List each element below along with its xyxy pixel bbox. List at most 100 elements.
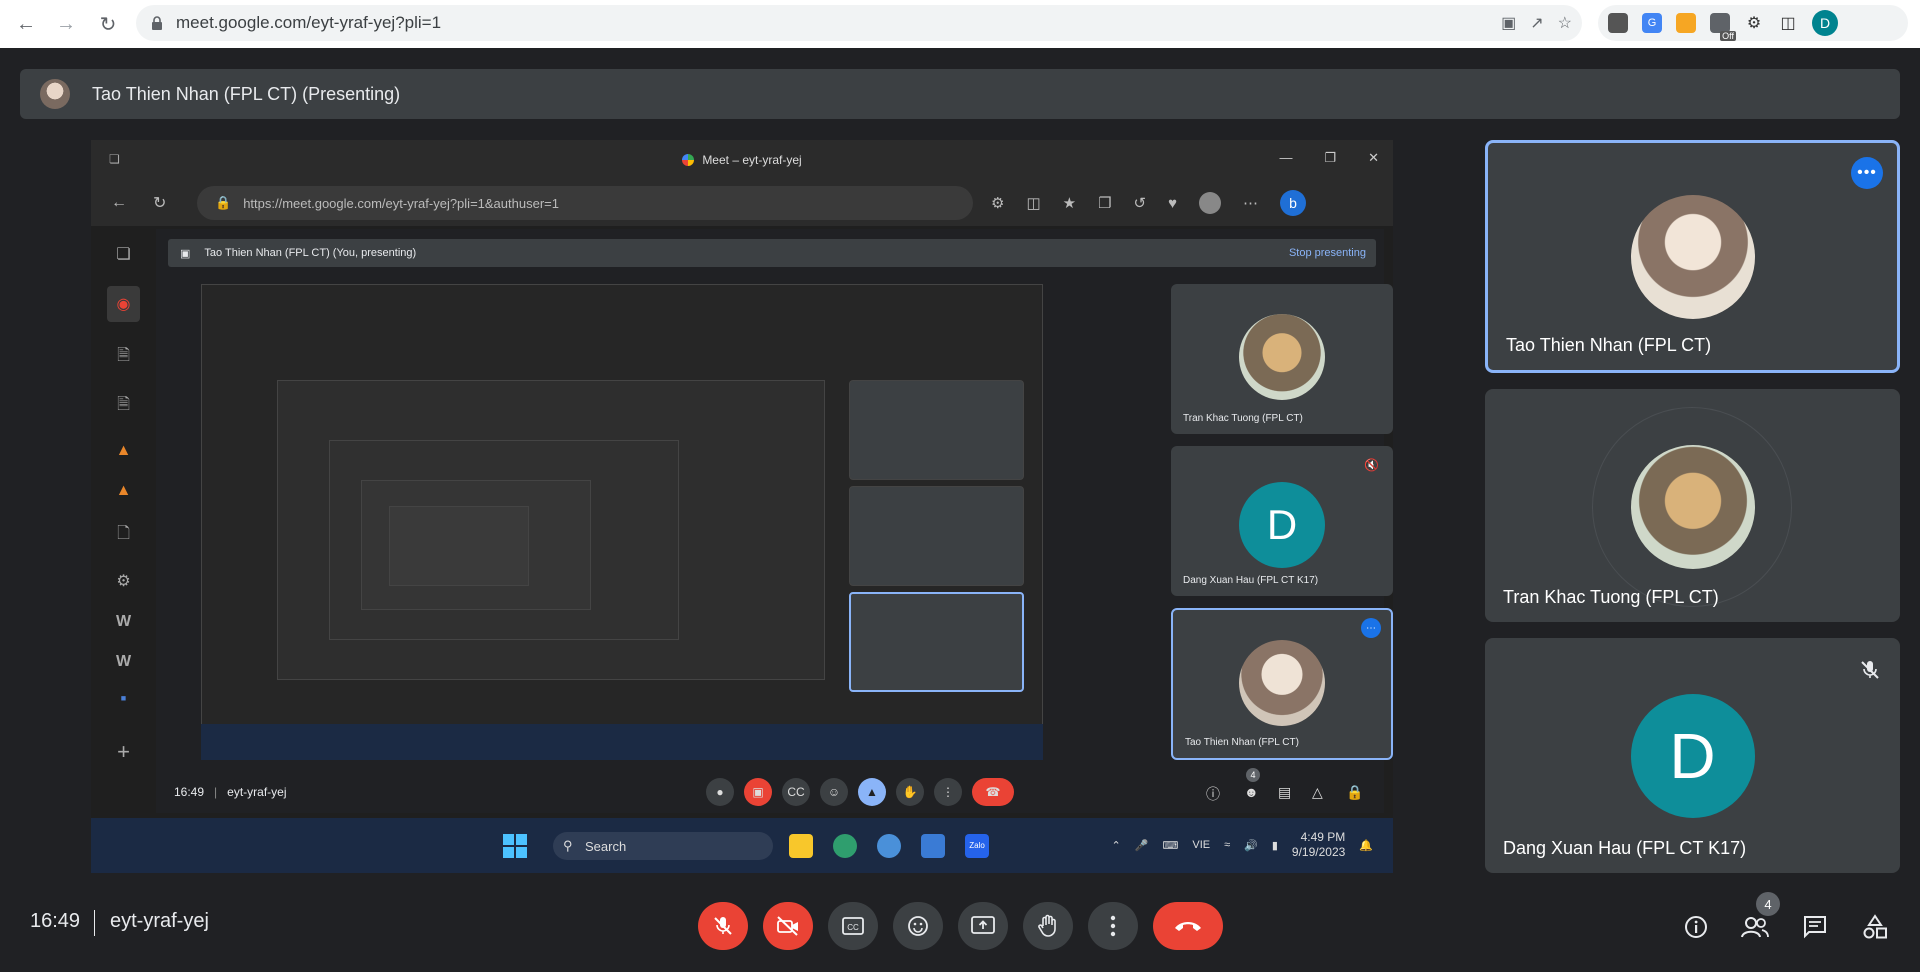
meeting-code: eyt-yraf-yej <box>110 910 209 932</box>
svg-text:CC: CC <box>847 923 859 932</box>
shared-presenting-text: Tao Thien Nhan (FPL CT) (You, presenting… <box>204 247 417 259</box>
shared-tile: Tran Khac Tuong (FPL CT) <box>1171 284 1393 434</box>
participant-tile[interactable]: D Dang Xuan Hau (FPL CT K17) <box>1485 638 1900 873</box>
forward-icon[interactable]: → <box>50 8 82 40</box>
edge-sidebar: ❏ ◉ 🗎 🗎 ▲ ▲ 🗋 ⚙ W W ■ + <box>91 226 156 816</box>
edge-icon <box>833 834 857 858</box>
present-icon <box>971 916 995 934</box>
notepad-icon <box>921 834 945 858</box>
lock-icon: 🔒 <box>1346 784 1364 800</box>
word-icon: W <box>115 613 132 630</box>
hangup-icon <box>1175 922 1201 931</box>
wifi-icon: ≈ <box>1224 839 1231 851</box>
meeting-details-button[interactable] <box>1681 912 1711 942</box>
document-icon: 🗎 <box>117 396 130 413</box>
record-icon: ◉ <box>106 286 141 322</box>
file-icon: 🗋 <box>117 525 130 542</box>
present-screen-button[interactable] <box>958 902 1008 950</box>
orange-extension-icon[interactable] <box>1676 13 1696 33</box>
participant-badge: 4 <box>1246 768 1260 782</box>
nested-tile <box>849 592 1024 692</box>
more-icon: ⋯ <box>1243 195 1259 212</box>
camera-icon[interactable]: ▣ <box>1501 13 1516 33</box>
settings-icon: ⚙ <box>116 573 131 590</box>
people-button[interactable] <box>1740 912 1770 942</box>
activities-button[interactable] <box>1860 912 1890 942</box>
more-options-button[interactable]: ••• <box>1851 157 1883 189</box>
nested-tile <box>849 380 1024 480</box>
clock-time: 4:49 PM <box>1300 830 1346 844</box>
lock-icon <box>152 16 162 30</box>
restore-icon: ❐ <box>1324 150 1337 165</box>
puzzle-icon: ⚙ <box>991 195 1005 212</box>
participant-photo <box>1630 445 1755 569</box>
phone-extension-icon[interactable] <box>1608 13 1628 33</box>
shared-tile: D 🔇 Dang Xuan Hau (FPL CT K17) <box>1171 446 1393 596</box>
nested-window-5 <box>389 506 529 586</box>
camera-toggle-button[interactable] <box>763 902 813 950</box>
notification-icon: 🔔 <box>1359 839 1373 852</box>
app-icon: ■ <box>120 693 127 703</box>
shared-tile: ⋯ Tao Thien Nhan (FPL CT) <box>1171 608 1393 760</box>
meet-logo-icon <box>682 154 695 166</box>
more-vert-icon <box>1110 915 1116 937</box>
add-icon: + <box>117 739 130 764</box>
share-icon[interactable]: ↗ <box>1530 13 1543 33</box>
ext-off-label: Off <box>1720 31 1736 41</box>
reload-icon[interactable]: ↻ <box>92 8 124 40</box>
shared-tile-name: Tao Thien Nhan (FPL CT) <box>1185 737 1299 748</box>
windows-taskbar: ⚲ Search Zalo ⌃ 🎤 ⌨ VIE ≈ 🔊 ▮ 4:49 PM 9/… <box>91 818 1393 873</box>
volume-icon: 🔊 <box>1244 839 1258 852</box>
app-icon: ▲ <box>115 482 132 499</box>
reactions-button[interactable] <box>893 902 943 950</box>
side-panel-icon[interactable]: ◫ <box>1778 13 1798 33</box>
shared-toolbar-icons: ⚙ ◫ ★ ❐ ↺ ♥ ⋯ b <box>991 186 1307 220</box>
leave-call-button[interactable] <box>1153 902 1223 950</box>
captions-icon: CC <box>842 917 864 935</box>
file-explorer-icon <box>789 834 813 858</box>
captions-icon: CC <box>782 778 810 806</box>
raise-hand-button[interactable] <box>1023 902 1073 950</box>
history-icon: ↺ <box>1133 195 1147 212</box>
off-extension-icon[interactable]: Off <box>1710 13 1736 41</box>
chevron-up-icon: ⌃ <box>1111 839 1121 852</box>
activities-icon <box>1863 914 1887 939</box>
letter-avatar: D <box>1239 482 1325 568</box>
chat-icon <box>1804 916 1826 939</box>
captions-button[interactable]: CC <box>828 902 878 950</box>
windows-start-icon <box>503 834 527 858</box>
microphone-toggle-button[interactable] <box>698 902 748 950</box>
hand-icon: ✋ <box>896 778 924 806</box>
participant-name: Dang Xuan Hau (FPL CT K17) <box>1503 838 1747 858</box>
participant-tile[interactable]: Tran Khac Tuong (FPL CT) <box>1485 389 1900 622</box>
letter-avatar: D <box>1630 694 1755 818</box>
shared-reload-icon: ↻ <box>153 195 167 212</box>
bing-icon: b <box>1280 190 1307 216</box>
chat-button[interactable] <box>1800 912 1830 942</box>
battery-icon: ▮ <box>1271 839 1278 852</box>
chat-icon: ▤ <box>1278 784 1292 800</box>
collections-icon: ❐ <box>1098 195 1112 212</box>
more-options-button[interactable] <box>1088 902 1138 950</box>
nested-screen <box>201 284 1043 760</box>
nested-taskbar <box>201 724 1043 760</box>
language-label: VIE <box>1192 839 1211 851</box>
back-icon[interactable]: ← <box>10 8 42 40</box>
info-icon <box>1685 916 1707 938</box>
bookmark-star-icon[interactable]: ☆ <box>1558 13 1572 33</box>
profile-avatar[interactable]: D <box>1812 10 1838 36</box>
participant-tile[interactable]: ••• Tao Thien Nhan (FPL CT) <box>1485 140 1900 373</box>
emoji-icon <box>908 916 928 936</box>
mic-off-icon <box>1861 661 1879 679</box>
translate-extension-icon[interactable]: G <box>1642 13 1662 33</box>
shared-window-titlebar: ❏ Meet – eyt-yraf-yej — ❐ ✕ <box>91 140 1393 180</box>
puzzle-icon[interactable]: ⚙ <box>1744 13 1764 33</box>
present-icon: ▲ <box>858 778 886 806</box>
close-icon: ✕ <box>1368 150 1379 165</box>
info-icon: ⓘ <box>1206 786 1220 802</box>
shared-url: https://meet.google.com/eyt-yraf-yej?pli… <box>243 195 559 211</box>
address-bar[interactable]: meet.google.com/eyt-yraf-yej?pli=1 ▣ ↗ ☆ <box>136 5 1582 41</box>
divider <box>94 910 95 936</box>
browser-toolbar: ← → ↻ meet.google.com/eyt-yraf-yej?pli=1… <box>0 0 1920 48</box>
mic-icon: ● <box>706 778 734 806</box>
